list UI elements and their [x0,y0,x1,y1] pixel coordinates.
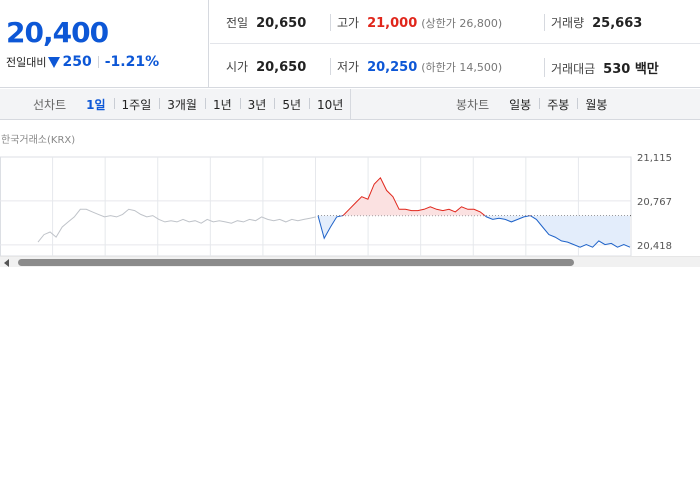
stat-high: 고가 21,000 (상한가 26,800) [330,14,502,31]
divider [97,56,99,68]
stats-row: 시가 20,650 저가 20,250 (하한가 14,500) 거래대금 53… [210,44,700,88]
divider [350,89,351,120]
y-tick-label: 20,418 [637,241,672,252]
stat-value: 20,650 [256,16,307,31]
candle-chart-tabs: 봉차트 일봉 주봉 월봉 [456,89,615,120]
tab-3year[interactable]: 3년 [239,96,275,113]
tab-monthly-candle[interactable]: 월봉 [577,96,615,113]
current-price-box: 20,400 전일대비 250 -1.21% [0,0,209,88]
stat-open: 시가 20,650 [226,58,306,75]
upper-limit: (상한가 26,800) [421,17,503,30]
price-change-row: 전일대비 250 -1.21% [6,54,159,70]
stats-row: 전일 20,650 고가 21,000 (상한가 26,800) 거래량 25,… [210,0,700,44]
change-amount: 250 [62,54,92,70]
tab-weekly-candle[interactable]: 주봉 [539,96,577,113]
stat-value: 25,663 [592,16,643,31]
tab-1week[interactable]: 1주일 [113,96,160,113]
lower-limit: (하한가 14,500) [421,61,503,74]
intraday-chart: 21,115 20,767 20,418 [0,140,700,256]
tab-1year[interactable]: 1년 [204,96,240,113]
intraday-price-chart[interactable]: 21,115 20,767 20,418 [0,140,700,256]
stat-label: 저가 [337,60,360,74]
candle-chart-label: 봉차트 [456,98,490,112]
scroll-left-arrow-icon[interactable] [4,259,9,267]
stat-prev-close: 전일 20,650 [226,14,306,31]
tab-1day[interactable]: 1일 [78,96,113,113]
stat-label: 전일 [226,16,249,30]
tab-daily-candle[interactable]: 일봉 [501,96,539,113]
scroll-thumb[interactable] [18,259,574,266]
stat-value: 530 백만 [603,62,659,77]
tab-10year[interactable]: 10년 [309,96,351,113]
y-tick-label: 21,115 [637,153,672,164]
trading-stats: 전일 20,650 고가 21,000 (상한가 26,800) 거래량 25,… [210,0,700,88]
stat-value: 21,000 [367,16,418,31]
change-rate: -1.21% [104,54,160,70]
stat-trade-value: 거래대금 530 백만 [544,58,659,77]
quote-summary: 20,400 전일대비 250 -1.21% 전일 20,650 고가 21,0… [0,0,700,88]
stat-low: 저가 20,250 (하한가 14,500) [330,58,502,75]
chart-period-tabs: 선차트 1일 1주일 3개월 1년 3년 5년 10년 봉차트 일봉 주봉 월봉 [0,89,700,120]
stat-label: 거래대금 [551,62,596,76]
current-price: 20,400 [6,16,109,49]
tab-3month[interactable]: 3개월 [159,96,205,113]
down-triangle-icon [48,56,61,68]
stat-value: 20,650 [256,60,307,75]
stat-volume: 거래량 25,663 [544,14,642,31]
change-label: 전일대비 [6,56,47,69]
stat-value: 20,250 [367,60,418,75]
tab-5year[interactable]: 5년 [274,96,309,113]
stat-label: 시가 [226,60,249,74]
chart-scrollbar[interactable] [0,256,700,267]
line-chart-tabs: 선차트 1일 1주일 3개월 1년 3년 5년 10년 [33,89,351,120]
stat-label: 거래량 [551,16,585,30]
previous-day-line [37,208,317,243]
y-tick-label: 20,767 [637,197,672,208]
stat-label: 고가 [337,16,360,30]
line-chart-label: 선차트 [33,98,67,112]
